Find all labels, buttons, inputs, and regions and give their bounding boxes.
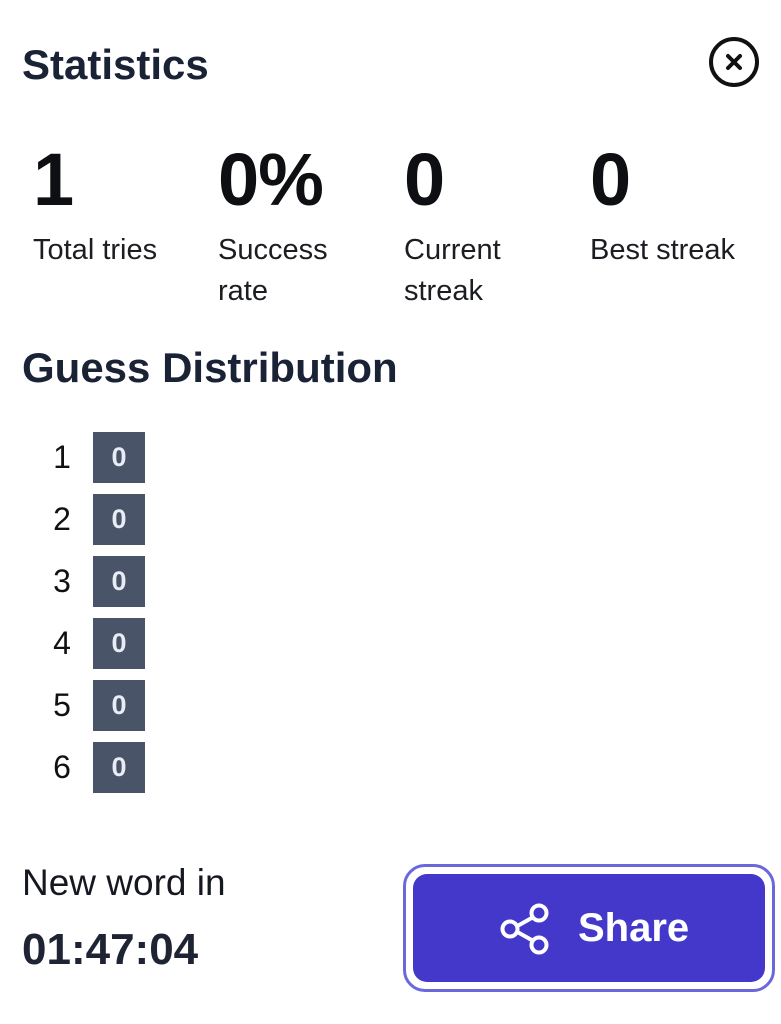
- stat-label: Best streak: [590, 234, 736, 266]
- distribution-bar: 0: [93, 680, 145, 731]
- modal-title: Statistics: [22, 41, 209, 88]
- guess-number: 6: [53, 749, 71, 785]
- guess-number: 1: [53, 439, 71, 475]
- close-button[interactable]: [708, 36, 760, 88]
- stat-label: Total tries: [33, 234, 158, 266]
- share-label: Share: [578, 906, 690, 950]
- statistics-modal: Statistics 1 Total tries 0% Success rate…: [0, 0, 781, 1024]
- stat-value: 1: [33, 138, 74, 221]
- guess-number: 2: [53, 501, 71, 537]
- guess-number: 5: [53, 687, 71, 723]
- guess-number: 3: [53, 563, 71, 599]
- stat-success-rate: 0% Success rate: [218, 140, 348, 312]
- stat-label: Success rate: [218, 234, 328, 307]
- close-circle-icon: [709, 37, 759, 87]
- share-icon: [500, 903, 549, 955]
- guess-number: 4: [53, 625, 71, 661]
- countdown-label: New word in: [22, 862, 226, 903]
- distribution-bar: 0: [93, 432, 145, 483]
- guess-distribution-title: Guess Distribution: [22, 344, 398, 391]
- distribution-bar: 0: [93, 618, 145, 669]
- stat-label: Current streak: [404, 234, 501, 307]
- stat-value: 0: [590, 138, 631, 221]
- stat-best-streak: 0 Best streak: [590, 140, 775, 271]
- countdown-timer: 01:47:04: [22, 925, 199, 974]
- stats-row: 1 Total tries 0% Success rate 0 Current …: [0, 140, 781, 310]
- distribution-bar: 0: [93, 556, 145, 607]
- stat-value: 0%: [218, 138, 324, 221]
- stat-value: 0: [404, 138, 445, 221]
- stat-total-tries: 1 Total tries: [33, 140, 203, 271]
- stat-current-streak: 0 Current streak: [404, 140, 529, 312]
- distribution-bar: 0: [93, 494, 145, 545]
- share-button[interactable]: Share: [413, 874, 765, 982]
- distribution-bar: 0: [93, 742, 145, 793]
